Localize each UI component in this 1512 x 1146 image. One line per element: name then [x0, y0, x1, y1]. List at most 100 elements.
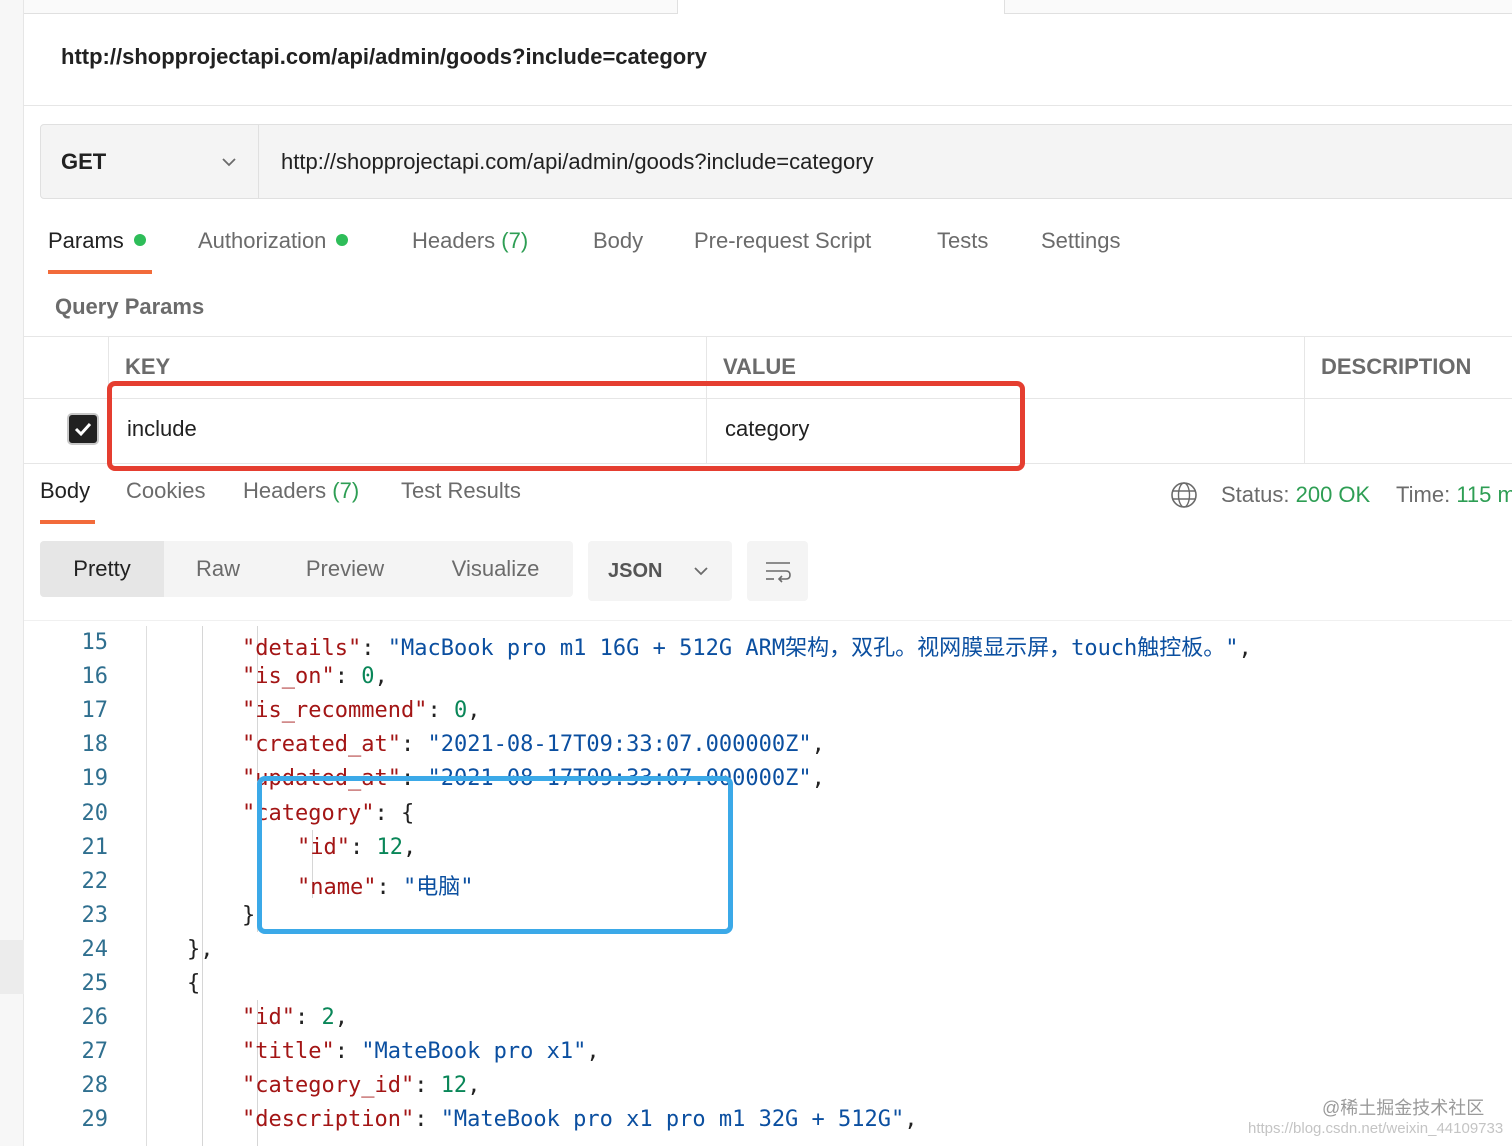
line-number: 18: [81, 732, 109, 758]
code-token: :: [334, 1039, 362, 1065]
tab-settings[interactable]: Settings: [1041, 228, 1121, 276]
view-raw-button[interactable]: Raw: [164, 541, 272, 597]
tab-test-results[interactable]: Test Results: [401, 478, 521, 504]
code-token: "2021-08-17T09:33:07.000000Z": [427, 732, 812, 758]
line-number: 28: [81, 1073, 109, 1099]
code-token: 0: [453, 698, 468, 724]
format-label: JSON: [608, 559, 663, 582]
code-token: :: [414, 1073, 441, 1099]
tab-tests-label: Tests: [937, 228, 989, 253]
code-token: ,: [811, 732, 825, 758]
top-tab-prev[interactable]: [24, 0, 678, 14]
code-token: :: [361, 636, 388, 661]
status-dot-icon: [336, 234, 349, 246]
response-time: Time: 115 m: [1396, 482, 1512, 508]
code-token: 0: [361, 664, 375, 690]
code-token: }: [242, 902, 256, 928]
format-select[interactable]: JSON: [588, 541, 732, 601]
code-token: "details": [242, 636, 362, 661]
active-tab-underline: [48, 270, 152, 274]
tab-authorization[interactable]: Authorization: [198, 228, 349, 276]
param-enabled-checkbox[interactable]: [67, 413, 99, 445]
tab-cookies-label: Cookies: [126, 478, 206, 503]
code-line: "title": "MateBook pro x1",: [242, 1039, 600, 1064]
tab-headers-label: Headers: [412, 228, 496, 253]
code-token: "MateBook pro x1 pro m1 32G + 512G": [440, 1107, 905, 1133]
code-line: "id": 2,: [242, 1005, 348, 1030]
code-token: ,: [467, 1073, 481, 1099]
top-tab-next[interactable]: [1004, 0, 1512, 14]
tab-response-headers-label: Headers: [243, 478, 327, 503]
code-token: "category_id": [242, 1073, 415, 1099]
method-select[interactable]: GET: [41, 125, 259, 198]
line-number: 19: [81, 766, 109, 792]
code-token: :: [427, 698, 454, 724]
code-token: "is_recommend": [242, 698, 428, 724]
table-border: [24, 336, 1512, 337]
column-header-key: KEY: [125, 354, 171, 379]
tab-cookies[interactable]: Cookies: [126, 478, 205, 504]
tab-headers[interactable]: Headers (7): [412, 228, 528, 276]
code-token: ,: [467, 698, 481, 724]
code-token: "id": [242, 1005, 295, 1031]
view-pretty-button[interactable]: Pretty: [40, 541, 164, 597]
code-token: "title": [242, 1039, 335, 1065]
view-preview-button[interactable]: Preview: [272, 541, 418, 597]
code-line: }: [242, 903, 255, 928]
code-line: "details": "MacBook pro m1 16G + 512G AR…: [242, 630, 1252, 662]
code-token: "created_at": [242, 732, 401, 758]
url-input[interactable]: [259, 125, 1512, 198]
tab-body[interactable]: Body: [593, 228, 643, 276]
line-number: 22: [81, 868, 109, 894]
tab-headers-count: (7): [501, 228, 529, 253]
code-token: :: [400, 732, 428, 758]
code-token: ,: [374, 664, 388, 690]
globe-icon[interactable]: [1169, 480, 1199, 510]
top-tab-strip: [24, 0, 1512, 14]
code-line: "category_id": 12,: [242, 1073, 480, 1098]
line-number: 24: [81, 936, 109, 962]
tab-authorization-label: Authorization: [198, 228, 327, 253]
line-number: 29: [81, 1107, 109, 1133]
code-token: "description": [242, 1107, 415, 1133]
tab-tests[interactable]: Tests: [937, 228, 988, 276]
url-bar: GET: [40, 124, 1512, 199]
response-code-view[interactable]: 15 "details": "MacBook pro m1 16G + 512G …: [24, 626, 1512, 1146]
tab-params[interactable]: Params: [48, 228, 152, 276]
status-value: 200 OK: [1295, 482, 1371, 507]
code-token: ,: [334, 1005, 348, 1031]
code-line: "created_at": "2021-08-17T09:33:07.00000…: [242, 732, 825, 757]
chevron-down-icon: [222, 157, 236, 166]
query-params-title: Query Params: [55, 294, 205, 319]
code-line: {: [187, 971, 200, 996]
response-status: Status: 200 OK: [1221, 482, 1370, 508]
tab-pre-request-script[interactable]: Pre-request Script: [694, 228, 871, 276]
status-dot-icon: [133, 234, 146, 246]
wrap-lines-icon: [765, 562, 791, 583]
code-line: "description": "MateBook pro x1 pro m1 3…: [242, 1107, 918, 1132]
code-token: :: [414, 1107, 441, 1133]
gutter-divider: [146, 626, 147, 1146]
checkmark-icon: [74, 422, 92, 437]
code-token: ,: [904, 1107, 918, 1133]
tab-settings-label: Settings: [1041, 228, 1121, 253]
code-token: "MateBook pro x1": [361, 1039, 587, 1065]
method-label: GET: [61, 148, 107, 174]
line-number: 17: [81, 698, 109, 724]
chevron-down-icon: [694, 567, 708, 576]
code-token: "is_on": [242, 664, 335, 690]
tab-response-headers[interactable]: Headers (7): [243, 478, 359, 504]
view-visualize-button[interactable]: Visualize: [418, 541, 573, 597]
divider: [24, 620, 1512, 621]
top-tab-current[interactable]: [678, 0, 1004, 14]
time-value: 115 m: [1456, 482, 1512, 507]
tab-response-body[interactable]: Body: [40, 478, 95, 524]
code-token: ,: [586, 1039, 600, 1065]
wrap-lines-button[interactable]: [747, 541, 808, 601]
request-title[interactable]: http://shopprojectapi.com/api/admin/good…: [61, 44, 707, 70]
line-number: 27: [81, 1039, 109, 1065]
view-mode-group: Pretty Raw Preview Visualize: [40, 541, 573, 597]
column-header-value: VALUE: [723, 354, 796, 379]
sidebar-marker: [0, 940, 24, 994]
left-sidebar-strip: [0, 0, 24, 1146]
